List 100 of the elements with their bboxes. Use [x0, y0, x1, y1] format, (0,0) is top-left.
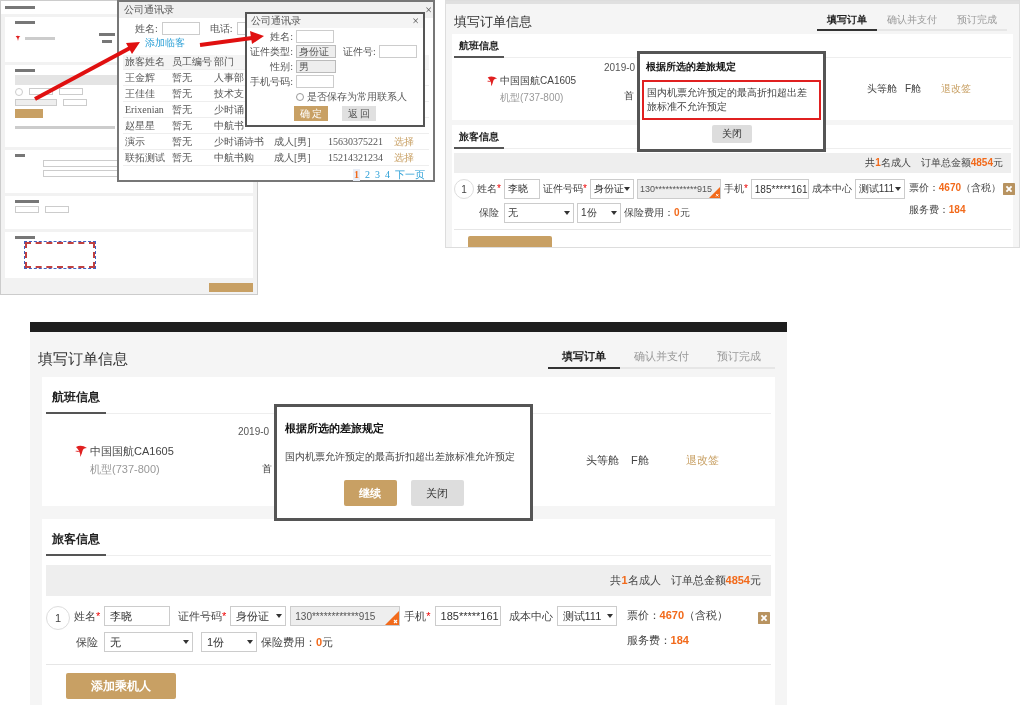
table-cell-text: 暂无 [171, 87, 192, 100]
dialog-message: 国内机票允许预定的最高折扣超出差旅标准允许预定 [285, 450, 515, 464]
close-button[interactable]: × [425, 4, 432, 16]
id-type-select[interactable]: 身份证 [296, 45, 336, 58]
column-header: 员工编号 [171, 56, 212, 68]
dialog-title: 公司通讯录 [251, 15, 301, 27]
id-number-field[interactable]: 130************915 [290, 606, 401, 626]
section-title: 旅客信息 [46, 527, 106, 556]
dialog-title: 根据所选的差旅规定 [285, 421, 384, 436]
insurance-select[interactable]: 无 [104, 632, 193, 652]
name-field[interactable]: 李晓 [104, 606, 170, 626]
table-cell-text: 暂无 [171, 119, 192, 132]
table-cell-text: 暂无 [171, 135, 192, 148]
table-cell-text: Erixenian [124, 103, 164, 116]
column-header: 部门 [213, 56, 234, 68]
field-label: 姓名: [135, 22, 158, 35]
section-title: 航班信息 [454, 37, 504, 58]
field-label: 保险 [478, 206, 500, 220]
table-cell-text: 15214321234 [327, 151, 383, 164]
id-number-field[interactable]: 130************915 [636, 179, 721, 199]
close-button[interactable]: × [412, 15, 419, 27]
table-cell-text: 演示 [124, 135, 145, 148]
field-label: 证件号: [343, 45, 376, 58]
field-label: 成本中心 [811, 182, 852, 196]
cabin-type: 头等舱 [867, 82, 897, 96]
table-cell-text: 中航书 [213, 119, 244, 132]
table-cell-text: 技术支 [213, 87, 244, 100]
table-cell-text: 少时诵 [213, 103, 244, 116]
passenger-count: 共1名成人 [610, 573, 661, 588]
table-cell-text: 中航书购 [213, 151, 254, 164]
insurance-fee: 保险费用：0元 [624, 206, 690, 220]
airport-name: 首 [262, 462, 272, 476]
field-label: 性别: [269, 60, 293, 73]
copies-select[interactable]: 1份 [577, 203, 621, 223]
field-label: 手机号码: [249, 75, 293, 88]
dialog-title: 公司通讯录 [124, 4, 174, 16]
phone-field[interactable]: 185*****161 [434, 606, 501, 626]
table-cell-text: 成人[男] [273, 135, 311, 148]
field-label: 电话: [209, 22, 233, 35]
table-cell-text: 王金辉 [124, 71, 155, 84]
table-cell-text: 联拓测试 [124, 151, 165, 164]
gender-select[interactable]: 男 [296, 60, 336, 73]
step-tab[interactable]: 填写订单 [817, 11, 877, 31]
order-total: 订单总金额4854元 [670, 573, 761, 588]
id-type-select[interactable]: 身份证 [589, 179, 634, 199]
table-cell-text: 暂无 [171, 151, 192, 164]
field-label: 姓名* [74, 608, 100, 624]
field-label: 证件号码* [178, 608, 227, 624]
page-title: 填写订单信息 [454, 13, 532, 31]
flight-date: 2019-0 [604, 62, 636, 73]
copies-select[interactable]: 1份 [201, 632, 257, 652]
table-cell-text: 暂无 [171, 103, 192, 116]
table-cell-text: 15630375221 [327, 135, 383, 148]
field-label: 手机* [404, 608, 431, 624]
field-label: 手机* [723, 182, 748, 196]
section-title: 航班信息 [46, 385, 106, 414]
field-label: 证件号码* [543, 182, 587, 196]
step-tab[interactable]: 填写订单 [548, 346, 620, 369]
table-cell-text: 暂无 [171, 71, 192, 84]
phone-field[interactable]: 185*****161 [750, 179, 809, 199]
aircraft-type: 机型(737-800) [89, 461, 160, 477]
cost-center-select[interactable]: 测试111 [556, 606, 617, 626]
table-cell-text: 王佳佳 [124, 87, 155, 100]
dialog-title: 根据所选的差旅规定 [646, 60, 736, 74]
cost-center-select[interactable]: 测试111 [854, 179, 905, 199]
close-button[interactable]: 关闭 [410, 480, 464, 506]
service-fee: 服务费：184 [626, 633, 690, 648]
checkbox-label: 是否保存为常用联系人 [307, 91, 407, 103]
field-label: 保险 [75, 634, 99, 650]
service-fee: 服务费：184 [908, 203, 967, 217]
cabin-class: F舱 [905, 82, 922, 96]
order-total: 订单总金额4854元 [920, 156, 1003, 170]
field-label: 成本中心 [508, 608, 553, 624]
ticket-price: 票价：4670（含税） [626, 608, 729, 623]
aircraft-type: 机型(737-800) [499, 90, 564, 105]
close-button[interactable]: 关闭 [711, 125, 752, 143]
back-button[interactable]: 返 回 [342, 106, 376, 121]
airport-name: 首 [624, 89, 634, 103]
id-type-select[interactable]: 身份证 [230, 606, 287, 626]
ticket-price: 票价：4670（含税） [908, 181, 1002, 195]
flight-date: 2019-0 [238, 426, 270, 437]
cabin-type: 头等舱 [586, 452, 619, 468]
insurance-select[interactable]: 无 [504, 203, 574, 223]
table-cell-text: 成人[男] [273, 151, 311, 164]
field-label: 姓名: [269, 30, 293, 43]
column-header: 旅客姓名 [124, 56, 165, 68]
flight-number: 中国国航CA1605 [500, 73, 577, 88]
section-title: 旅客信息 [454, 128, 504, 149]
passenger-count: 共1名成人 [865, 156, 911, 170]
field-label: 姓名* [477, 182, 501, 196]
table-cell-text: 赵星星 [124, 119, 155, 132]
name-field[interactable]: 李晓 [504, 179, 540, 199]
page-title: 填写订单信息 [38, 350, 128, 369]
cabin-class: F舱 [631, 452, 649, 468]
table-cell-text: 少时诵诗书 [213, 135, 264, 148]
field-label: 证件类型: [249, 45, 293, 58]
insurance-fee: 保险费用：0元 [261, 634, 334, 650]
dialog-message: 国内机票允许预定的最高折扣超出差旅标准不允许预定 [642, 80, 821, 120]
table-cell-text: 人事部 [213, 71, 244, 84]
flight-number: 中国国航CA1605 [90, 443, 174, 459]
